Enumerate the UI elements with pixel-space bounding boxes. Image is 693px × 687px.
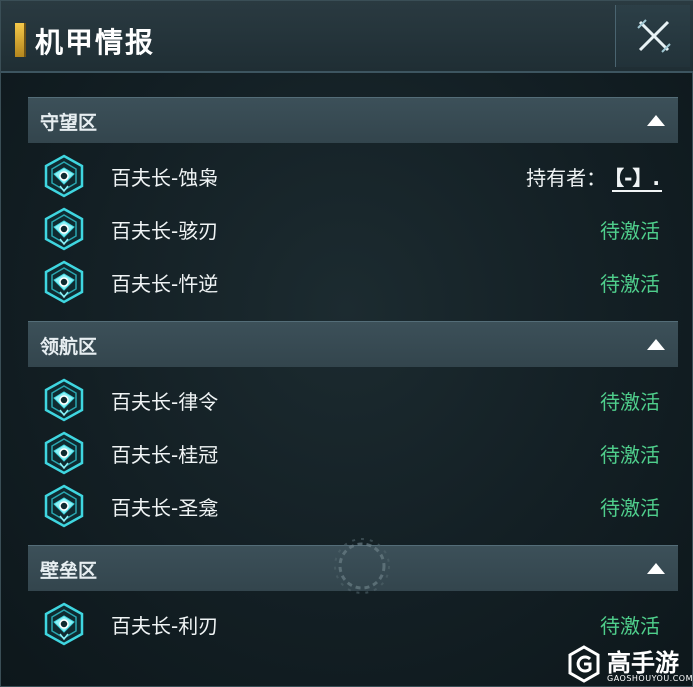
- mech-name: 百夫长-利刃: [111, 614, 219, 638]
- close-button[interactable]: [615, 5, 690, 67]
- mech-row[interactable]: 百夫长-圣龛 待激活: [28, 479, 678, 532]
- panel-title: 机甲情报: [35, 26, 156, 59]
- holder-info: 持有者： 【-】.: [526, 162, 662, 192]
- mech-name: 百夫长-桂冠: [111, 443, 219, 467]
- title-accent-bar: [15, 23, 26, 57]
- section-header[interactable]: 领航区: [28, 321, 678, 367]
- status-pending: 待激活: [600, 614, 660, 638]
- section-title: 守望区: [40, 112, 98, 134]
- title-bar: 机甲情报: [1, 1, 693, 73]
- holder-name-link[interactable]: 【-】.: [612, 166, 662, 192]
- mech-emblem-icon: [44, 260, 84, 304]
- mech-intel-panel: 机甲情报 守望区 百夫长-蚀枭 持有者： 【-】. 百夫长-骇刃 待激活 百夫长-忤逆 待激活…: [0, 0, 693, 687]
- loading-spinner-icon: [334, 538, 390, 594]
- mech-row[interactable]: 百夫长-桂冠 待激活: [28, 426, 678, 479]
- watermark-name: 高手游: [607, 649, 679, 677]
- status-pending: 待激活: [600, 390, 660, 414]
- chevron-up-icon[interactable]: [646, 336, 666, 352]
- mech-row[interactable]: 百夫长-蚀枭 持有者： 【-】.: [28, 149, 678, 202]
- mech-emblem-icon: [44, 154, 84, 198]
- chevron-up-icon[interactable]: [646, 560, 666, 576]
- section-title: 壁垒区: [40, 560, 98, 582]
- mech-row[interactable]: 百夫长-骇刃 待激活: [28, 202, 678, 255]
- section-title: 领航区: [40, 336, 98, 358]
- watermark-logo-icon: [568, 645, 600, 683]
- watermark-url: GAOSHOUYOU.COM: [607, 674, 693, 683]
- close-x-icon: [637, 19, 671, 53]
- mech-emblem-icon: [44, 484, 84, 528]
- status-pending: 待激活: [600, 443, 660, 467]
- status-pending: 待激活: [600, 496, 660, 520]
- mech-name: 百夫长-蚀枭: [111, 166, 219, 190]
- mech-emblem-icon: [44, 378, 84, 422]
- mech-row[interactable]: 百夫长-律令 待激活: [28, 373, 678, 426]
- mech-emblem-icon: [44, 602, 84, 646]
- mech-emblem-icon: [44, 431, 84, 475]
- status-pending: 待激活: [600, 219, 660, 243]
- status-pending: 待激活: [600, 272, 660, 296]
- mech-name: 百夫长-圣龛: [111, 496, 219, 520]
- chevron-up-icon[interactable]: [646, 112, 666, 128]
- watermark: 高手游 GAOSHOUYOU.COM: [567, 643, 693, 687]
- mech-name: 百夫长-律令: [111, 390, 219, 414]
- section-header[interactable]: 守望区: [28, 97, 678, 143]
- mech-name: 百夫长-忤逆: [111, 272, 219, 296]
- mech-emblem-icon: [44, 207, 84, 251]
- holder-label: 持有者：: [526, 166, 607, 190]
- mech-name: 百夫长-骇刃: [111, 219, 219, 243]
- mech-row[interactable]: 百夫长-忤逆 待激活: [28, 255, 678, 308]
